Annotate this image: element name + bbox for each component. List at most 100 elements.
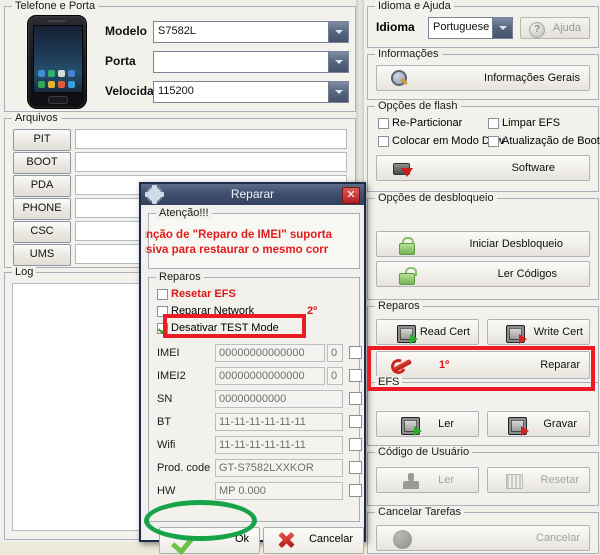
phone-button[interactable]: PHONE xyxy=(13,198,71,220)
dialog-repairs-group: Reparos Resetar EFS Reparar Network Desa… xyxy=(148,271,362,522)
close-icon[interactable]: ✕ xyxy=(342,187,360,204)
dialog-ok-button[interactable]: Ok xyxy=(159,527,260,555)
help-button[interactable]: ? Ajuda xyxy=(520,17,590,39)
general-info-button[interactable]: Informações Gerais xyxy=(376,65,590,91)
information-group: Informações Informações Gerais xyxy=(367,48,599,100)
user-icon xyxy=(403,473,419,489)
checkbox-label: Limpar EFS xyxy=(502,117,561,129)
language-group-title: Idioma e Ajuda xyxy=(375,0,454,12)
imei2-extra-input[interactable]: 0 xyxy=(327,367,343,385)
attention-line-1: unção de "Reparo de IMEI" suporta xyxy=(145,229,333,241)
port-combo[interactable] xyxy=(153,51,349,73)
user-code-reset-button[interactable]: Resetar xyxy=(487,467,590,493)
read-cert-button[interactable]: Read Cert xyxy=(376,319,479,345)
boot-path-input[interactable] xyxy=(75,152,347,172)
efs-group: EFS Ler Gravar xyxy=(367,376,599,446)
cancel-tasks-group: Cancelar Tarefas Cancelar xyxy=(367,506,599,554)
field-row-bt: BT 11-11-11-11-11-11 xyxy=(157,413,362,432)
hw-input[interactable]: MP 0.000 xyxy=(215,482,343,500)
ums-button[interactable]: UMS xyxy=(13,244,71,266)
bt-checkbox[interactable] xyxy=(349,415,362,428)
checkbox-label: Re-Particionar xyxy=(392,117,463,129)
cancel-tasks-label: Cancelar xyxy=(535,532,580,544)
imei2-checkbox[interactable] xyxy=(349,369,362,382)
chevron-down-icon[interactable] xyxy=(328,82,348,102)
bt-label: BT xyxy=(157,416,172,428)
checkbox-label: Atualização de Boot xyxy=(502,135,600,147)
keypad-icon xyxy=(506,474,523,489)
wifi-label: Wifi xyxy=(157,439,176,451)
phone-and-port-title: Telefone e Porta xyxy=(12,0,99,12)
write-cert-button[interactable]: Write Cert xyxy=(487,319,590,345)
imei2-input[interactable]: 00000000000000 xyxy=(215,367,325,385)
question-mark-icon: ? xyxy=(529,22,545,38)
dialog-cancel-button[interactable]: Cancelar xyxy=(263,527,364,554)
pit-button[interactable]: PIT xyxy=(13,129,71,151)
hw-checkbox[interactable] xyxy=(349,484,362,497)
lock-closed-icon xyxy=(399,237,415,255)
phone-image xyxy=(19,13,95,109)
imei-label: IMEI xyxy=(157,347,180,359)
language-combo[interactable]: Portuguese (B xyxy=(428,17,513,39)
checkbox-box xyxy=(157,289,168,300)
sn-label: SN xyxy=(157,393,173,405)
reparar-label: Reparar xyxy=(540,359,580,371)
wifi-checkbox[interactable] xyxy=(349,438,362,451)
prod-code-checkbox[interactable] xyxy=(349,461,362,474)
prod-code-input[interactable]: GT-S7582LXXKOR xyxy=(215,459,343,477)
chevron-down-icon[interactable] xyxy=(328,52,348,72)
start-unlock-button[interactable]: Iniciar Desbloqueio xyxy=(376,231,590,257)
software-button[interactable]: Software xyxy=(376,155,590,181)
user-code-group: Código de Usuário Ler Resetar xyxy=(367,446,599,506)
hw-value: MP 0.000 xyxy=(219,485,266,497)
dialog-body: Atenção!!! unção de "Reparo de IMEI" sup… xyxy=(141,205,364,555)
user-code-read-button[interactable]: Ler xyxy=(376,467,479,493)
efs-read-label: Ler xyxy=(438,418,454,430)
cancel-tasks-button[interactable]: Cancelar xyxy=(376,525,590,551)
efs-write-label: Gravar xyxy=(543,418,577,430)
read-codes-button[interactable]: Ler Códigos xyxy=(376,261,590,287)
stop-icon xyxy=(393,530,412,549)
sn-input[interactable]: 00000000000 xyxy=(215,390,343,408)
field-row-wifi: Wifi 11-11-11-11-11-11 xyxy=(157,436,362,455)
csc-button[interactable]: CSC xyxy=(13,221,71,243)
boot-button[interactable]: BOOT xyxy=(13,152,71,174)
pda-button[interactable]: PDA xyxy=(13,175,71,197)
dialog-title-bar[interactable]: Reparar ✕ xyxy=(141,184,364,206)
wrench-icon xyxy=(388,356,413,377)
imei-extra-value: 0 xyxy=(331,347,338,359)
log-title: Log xyxy=(12,266,37,278)
dialog-cancel-label: Cancelar xyxy=(308,533,353,545)
reparar-button[interactable]: 1º Reparar xyxy=(376,351,590,379)
efs-group-title: EFS xyxy=(375,376,403,388)
field-row-imei: IMEI 00000000000000 0 xyxy=(157,344,362,363)
imei-checkbox[interactable] xyxy=(349,346,362,359)
speed-combo[interactable]: 115200 xyxy=(153,81,349,103)
efs-write-button[interactable]: Gravar xyxy=(487,411,590,437)
chevron-down-icon[interactable] xyxy=(492,18,512,38)
user-code-title: Código de Usuário xyxy=(375,446,473,458)
sn-checkbox[interactable] xyxy=(349,392,362,405)
chip-read-icon xyxy=(397,325,418,344)
chip-read-icon xyxy=(401,417,422,436)
user-code-reset-label: Resetar xyxy=(540,474,579,486)
field-row-sn: SN 00000000000 xyxy=(157,390,362,409)
wifi-input[interactable]: 11-11-11-11-11-11 xyxy=(215,436,343,454)
imei-input[interactable]: 00000000000000 xyxy=(215,344,325,362)
imei-value: 00000000000000 xyxy=(219,347,305,359)
phone-and-port-group: Telefone e Porta Modelo S7582L Porta Vel… xyxy=(4,0,356,112)
imei-extra-input[interactable]: 0 xyxy=(327,344,343,362)
information-group-title: Informações xyxy=(375,48,442,60)
chevron-down-icon[interactable] xyxy=(328,22,348,42)
bt-input[interactable]: 11-11-11-11-11-11 xyxy=(215,413,343,431)
model-label: Modelo xyxy=(105,24,147,38)
cancel-tasks-title: Cancelar Tarefas xyxy=(375,506,464,518)
pit-path-input[interactable] xyxy=(75,129,347,149)
model-combo[interactable]: S7582L xyxy=(153,21,349,43)
field-row-imei2: IMEI2 00000000000000 0 xyxy=(157,367,362,386)
prod-code-label: Prod. code xyxy=(157,462,211,474)
language-label: Idioma xyxy=(376,20,415,34)
field-row-hw: HW MP 0.000 xyxy=(157,482,362,501)
efs-read-button[interactable]: Ler xyxy=(376,411,479,437)
checkbox-label: Reparar Network xyxy=(171,305,255,317)
